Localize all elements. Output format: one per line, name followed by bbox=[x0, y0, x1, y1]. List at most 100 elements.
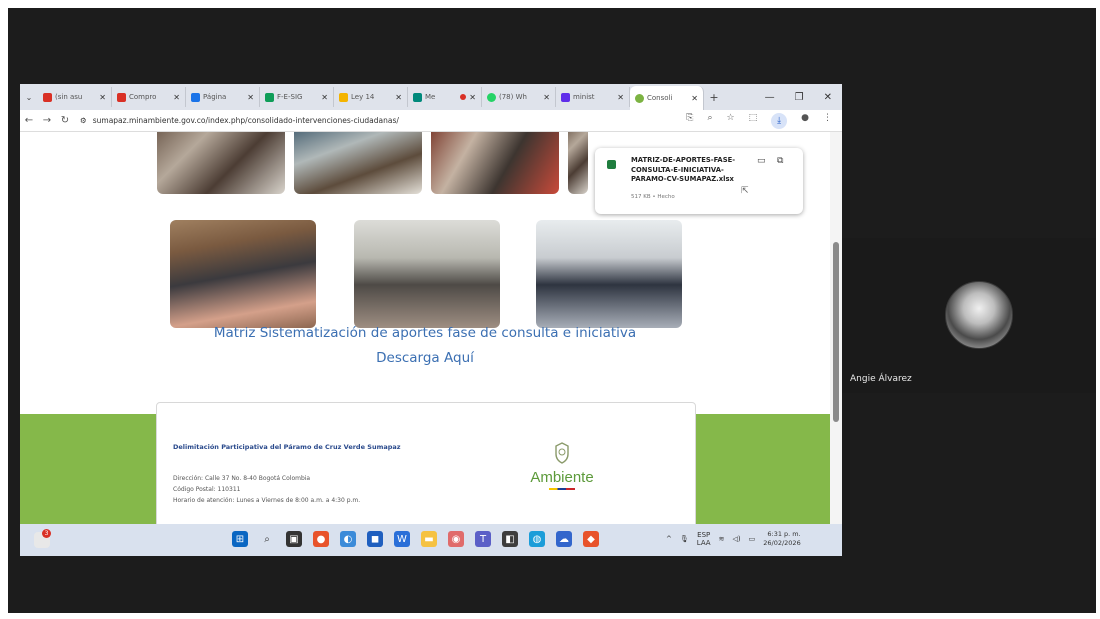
drive-icon bbox=[191, 92, 200, 102]
footer-card: Delimitación Participativa del Páramo de… bbox=[156, 402, 696, 524]
office-icon[interactable]: ◆ bbox=[583, 531, 599, 547]
meeting-photo bbox=[536, 220, 682, 328]
meeting-photo bbox=[157, 132, 285, 194]
gmail-icon bbox=[117, 92, 126, 102]
system-tray: ^ 🎙 ESP LAA ≋ ◁) ▭ 6:31 p. m. 26/02/2026 bbox=[666, 530, 801, 548]
teams-icon[interactable]: T bbox=[475, 531, 491, 547]
download-filename[interactable]: MATRIZ-DE-APORTES-FASE-CONSULTA-E-INICIA… bbox=[631, 156, 751, 185]
url-field[interactable]: ⚙ sumapaz.minambiente.gov.co/index.php/c… bbox=[80, 113, 686, 129]
download-meta: 517 KB • Hecho bbox=[631, 194, 675, 200]
close-tab-icon[interactable]: ✕ bbox=[543, 93, 550, 102]
matriz-title-link[interactable]: Matriz Sistematización de aportes fase d… bbox=[20, 325, 830, 341]
tab-sheets[interactable]: F-E-SIG ✕ bbox=[260, 87, 334, 107]
site-settings-icon[interactable]: ⚙ bbox=[80, 116, 87, 125]
downloads-icon[interactable]: ⤓ bbox=[771, 112, 788, 129]
footer-hours: Horario de atención: Lunes a Viernes de … bbox=[173, 497, 361, 504]
participant-name: Angie Álvarez bbox=[850, 374, 912, 384]
language-indicator[interactable]: ESP LAA bbox=[697, 531, 711, 547]
tab-drive[interactable]: Página ✕ bbox=[186, 87, 260, 107]
mic-icon[interactable]: 🎙 bbox=[680, 535, 689, 543]
battery-icon[interactable]: ▭ bbox=[749, 535, 756, 543]
download-link[interactable]: Descarga Aquí bbox=[20, 350, 830, 366]
taskbar-apps: ⊞ ⌕ ▣ ● ◐ ◼ W ▬ ◉ T ◧ ◍ ☁ ◆ bbox=[232, 531, 599, 547]
close-tab-icon[interactable]: ✕ bbox=[99, 93, 106, 102]
close-tab-icon[interactable]: ✕ bbox=[321, 93, 328, 102]
window-controls: — ❐ ✕ bbox=[765, 92, 842, 103]
chrome-icon[interactable]: ● bbox=[313, 531, 329, 547]
tab-gmail-1[interactable]: (sin asu ✕ bbox=[38, 87, 112, 107]
chevron-up-icon[interactable]: ^ bbox=[666, 535, 672, 543]
wifi-icon[interactable]: ≋ bbox=[719, 535, 725, 543]
tab-gmail-2[interactable]: Compro ✕ bbox=[112, 87, 186, 107]
volume-icon[interactable]: ◁) bbox=[732, 535, 740, 543]
tab-whatsapp[interactable]: (78) Wh ✕ bbox=[482, 87, 556, 107]
close-tab-icon[interactable]: ✕ bbox=[173, 93, 180, 102]
download-popup: MATRIZ-DE-APORTES-FASE-CONSULTA-E-INICIA… bbox=[595, 148, 803, 214]
tab-meet[interactable]: Me ✕ bbox=[408, 87, 482, 107]
start-icon[interactable]: ⊞ bbox=[232, 531, 248, 547]
task-view-icon[interactable]: ▣ bbox=[286, 531, 302, 547]
shield-icon bbox=[339, 92, 348, 102]
participant-avatar bbox=[945, 281, 1013, 349]
logo-text: Ambiente bbox=[530, 469, 594, 486]
address-bar: ← → ↻ ⚙ sumapaz.minambiente.gov.co/index… bbox=[20, 110, 842, 132]
meeting-photo bbox=[431, 132, 559, 194]
tab-search-icon[interactable]: ⌄ bbox=[20, 93, 38, 102]
tab-ministerio[interactable]: minist ✕ bbox=[556, 87, 630, 107]
close-tab-icon[interactable]: ✕ bbox=[617, 93, 624, 102]
firefox-icon[interactable]: ◉ bbox=[448, 531, 464, 547]
meeting-photo bbox=[354, 220, 500, 328]
open-external-icon[interactable]: ⧉ bbox=[777, 156, 783, 166]
recording-dot-icon bbox=[460, 94, 467, 100]
close-tab-icon[interactable]: ✕ bbox=[395, 93, 402, 102]
extensions-icon[interactable]: ⬚ bbox=[749, 113, 758, 129]
clock[interactable]: 6:31 p. m. 26/02/2026 bbox=[763, 530, 800, 548]
profile-icon[interactable]: ● bbox=[801, 113, 809, 129]
notification-badge: 3 bbox=[42, 529, 51, 538]
file-explorer-icon[interactable]: ▬ bbox=[421, 531, 437, 547]
edge-icon[interactable]: ◐ bbox=[340, 531, 356, 547]
maximize-icon[interactable]: ❐ bbox=[795, 92, 804, 103]
sheets-icon bbox=[265, 92, 274, 102]
page-scrollbar[interactable] bbox=[830, 132, 842, 524]
meeting-photo bbox=[294, 132, 422, 194]
whatsapp-icon bbox=[487, 92, 496, 102]
close-tab-icon[interactable]: ✕ bbox=[247, 93, 254, 102]
meet-icon bbox=[413, 92, 422, 102]
close-tab-icon[interactable]: ✕ bbox=[691, 94, 698, 103]
forward-icon[interactable]: → bbox=[38, 115, 56, 126]
copilot-icon[interactable]: ◍ bbox=[529, 531, 545, 547]
mouse-cursor-icon: ⇱ bbox=[741, 186, 749, 196]
close-tab-icon[interactable]: ✕ bbox=[469, 93, 476, 102]
bookmark-star-icon[interactable]: ☆ bbox=[727, 113, 735, 129]
footer-postal: Código Postal: 110311 bbox=[173, 486, 241, 493]
zoom-icon[interactable]: ⌕ bbox=[708, 113, 713, 129]
meeting-photo bbox=[170, 220, 316, 328]
new-tab-icon[interactable]: + bbox=[704, 91, 724, 104]
browser-tab-bar: ⌄ (sin asu ✕ Compro ✕ Página ✕ F-E-SIG ✕ bbox=[20, 84, 842, 110]
scroll-thumb[interactable] bbox=[833, 242, 839, 422]
translate-icon[interactable]: ⎘ bbox=[686, 113, 693, 129]
onedrive-icon[interactable]: ☁ bbox=[556, 531, 572, 547]
tab-ley[interactable]: Ley 14 ✕ bbox=[334, 87, 408, 107]
meeting-stage: ⌄ (sin asu ✕ Compro ✕ Página ✕ F-E-SIG ✕ bbox=[8, 8, 1096, 613]
minimize-icon[interactable]: — bbox=[765, 92, 775, 103]
search-icon[interactable]: ⌕ bbox=[259, 531, 275, 547]
open-folder-icon[interactable]: ▭ bbox=[757, 156, 766, 166]
doc-icon bbox=[561, 92, 570, 102]
windows-taskbar: 3 ⊞ ⌕ ▣ ● ◐ ◼ W ▬ ◉ T ◧ ◍ ☁ ◆ ^ 🎙 ESP LA… bbox=[20, 524, 842, 556]
shared-screen: ⌄ (sin asu ✕ Compro ✕ Página ✕ F-E-SIG ✕ bbox=[20, 84, 842, 556]
site-icon bbox=[635, 93, 644, 103]
store-icon[interactable]: ◧ bbox=[502, 531, 518, 547]
tab-consolidado[interactable]: Consoli ✕ bbox=[630, 86, 704, 110]
word-icon[interactable]: W bbox=[394, 531, 410, 547]
address-actions: ⎘ ⌕ ☆ ⬚ ⤓ ● ⋮ bbox=[686, 112, 842, 129]
back-icon[interactable]: ← bbox=[20, 115, 38, 126]
outlook-icon[interactable]: ◼ bbox=[367, 531, 383, 547]
reload-icon[interactable]: ↻ bbox=[56, 115, 74, 126]
ambiente-logo: Ambiente bbox=[517, 441, 607, 490]
excel-file-icon bbox=[607, 160, 616, 169]
close-window-icon[interactable]: ✕ bbox=[824, 92, 832, 103]
participant-tile[interactable]: Angie Álvarez bbox=[842, 238, 1096, 393]
menu-icon[interactable]: ⋮ bbox=[823, 113, 832, 129]
